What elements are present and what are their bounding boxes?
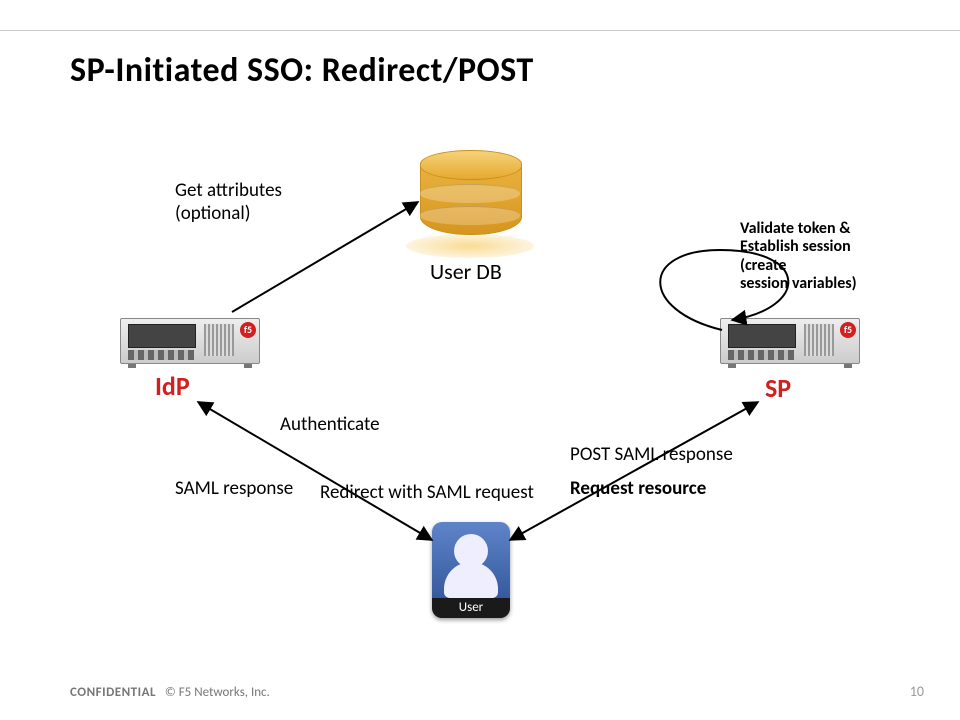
label-request-resource: Request resource	[570, 478, 706, 501]
footer-confidential: CONFIDENTIAL	[70, 685, 156, 700]
footer-copyright: © F5 Networks, Inc.	[165, 685, 270, 700]
arrows-layer	[0, 0, 960, 720]
slide: SP-Initiated SSO: Redirect/POST User DB …	[0, 0, 960, 720]
label-redirect-request: Redirect with SAML request	[320, 482, 534, 505]
label-get-attributes: Get attributes (optional)	[175, 180, 282, 226]
arrow-user-sp	[510, 402, 758, 540]
footer: CONFIDENTIAL © F5 Networks, Inc.	[70, 685, 270, 700]
label-saml-response: SAML response	[175, 478, 293, 501]
label-validate-token: Validate token & Establish session (crea…	[740, 220, 920, 294]
page-number: 10	[910, 683, 924, 700]
label-post-saml-response: POST SAML response	[570, 444, 733, 467]
label-authenticate: Authenticate	[280, 414, 380, 437]
